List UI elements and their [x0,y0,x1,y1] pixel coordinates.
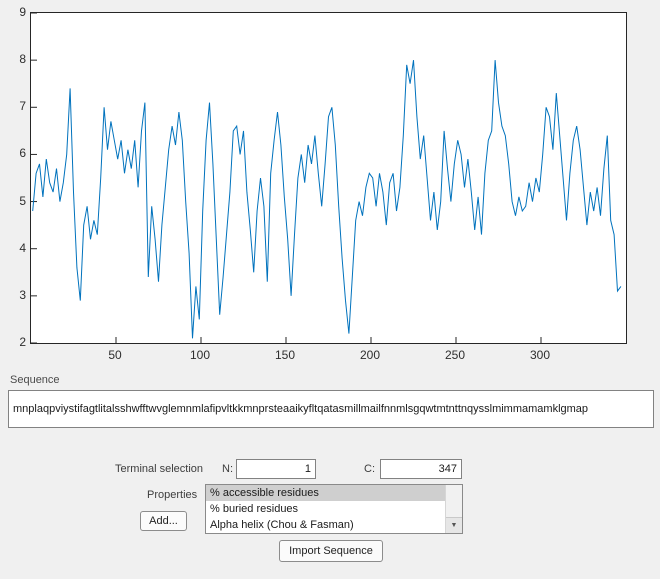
c-terminal-input[interactable] [380,459,462,479]
scrollbar-down-icon[interactable]: ▼ [446,517,462,533]
properties-option[interactable]: Alpha helix (Chou & Fasman) [206,517,448,533]
data-line [32,60,622,339]
axis-ticks [31,13,542,343]
x-tick-label: 100 [189,348,211,362]
terminal-selection-label: Terminal selection [115,463,204,475]
add-property-button[interactable]: Add... [140,511,187,531]
y-tick-label: 2 [19,335,26,349]
y-tick-label: 5 [19,194,26,208]
n-terminal-label: N: [222,463,233,475]
x-tick-label: 250 [444,348,466,362]
plot-area [30,12,627,344]
y-tick-label: 7 [19,99,26,113]
sequence-input[interactable] [8,390,654,428]
y-tick-label: 3 [19,288,26,302]
y-tick-label: 8 [19,52,26,66]
properties-options: % accessible residues% buried residues Al… [206,485,462,533]
properties-label: Properties [147,489,198,501]
y-tick-label: 6 [19,146,26,160]
n-terminal-input[interactable] [236,459,316,479]
x-tick-label: 300 [529,348,551,362]
sequence-label: Sequence [10,374,60,386]
x-tick-label: 50 [108,348,122,362]
properties-option[interactable]: % accessible residues [206,485,448,501]
x-tick-label: 200 [359,348,381,362]
properties-listbox[interactable]: % accessible residues% buried residues Al… [205,484,463,534]
proteinplot-window: Sequence Terminal selection N: C: Proper… [0,0,660,579]
sequence-plot [31,13,622,343]
properties-scrollbar[interactable]: ▼ [445,485,462,533]
import-sequence-button[interactable]: Import Sequence [279,540,383,562]
y-tick-label: 9 [19,5,26,19]
properties-option[interactable]: % buried residues [206,501,448,517]
x-tick-label: 150 [274,348,296,362]
y-tick-label: 4 [19,241,26,255]
c-terminal-label: C: [364,463,375,475]
